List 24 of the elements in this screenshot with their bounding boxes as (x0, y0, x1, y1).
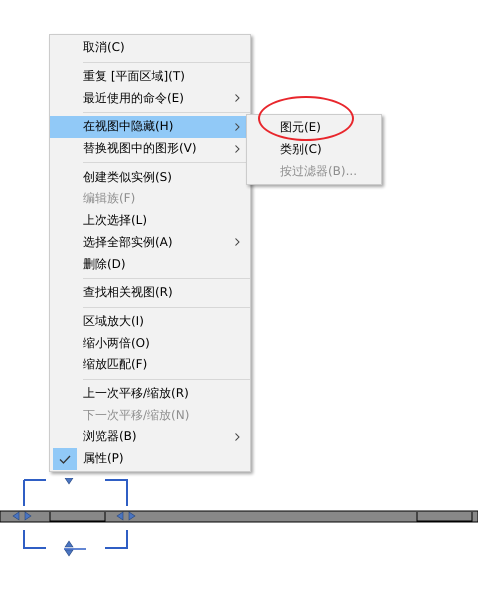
menu-item[interactable]: 选择全部实例(A) (50, 232, 250, 254)
menu-item[interactable]: 删除(D) (50, 253, 250, 275)
flip-arrows-icon[interactable] (116, 511, 136, 521)
chevron-icon (235, 122, 240, 131)
menu-item[interactable]: 重复 [平面区域](T) (50, 66, 250, 88)
menu-item[interactable]: 类别(C) (247, 138, 381, 160)
chevron-icon (235, 238, 240, 246)
chevron-icon (235, 144, 240, 153)
menu-item[interactable]: 创建类似实例(S) (50, 166, 250, 188)
menu-item[interactable]: 缩放匹配(F) (50, 354, 250, 376)
menu-item[interactable]: 属性(P) (50, 448, 250, 470)
resize-arrows-icon[interactable] (64, 478, 86, 557)
flip-arrows-icon[interactable] (12, 511, 32, 521)
menu-item[interactable]: 替换视图中的图形(V) (50, 138, 250, 160)
menu-item[interactable]: 上一次平移/缩放(R) (50, 382, 250, 404)
chevron-icon (235, 94, 240, 102)
chevron-icon (235, 432, 240, 441)
menu-item[interactable]: 最近使用的命令(E) (50, 87, 250, 110)
menu-item[interactable]: 查找相关视图(R) (50, 282, 250, 304)
menu-item[interactable]: 区域放大(I) (50, 310, 250, 332)
menu-item[interactable]: 浏览器(B) (50, 426, 250, 448)
menu-item[interactable]: 缩小两倍(O) (50, 332, 250, 354)
menu-item[interactable]: 取消(C) (50, 37, 250, 59)
menu-item[interactable]: 上次选择(L) (50, 210, 250, 232)
